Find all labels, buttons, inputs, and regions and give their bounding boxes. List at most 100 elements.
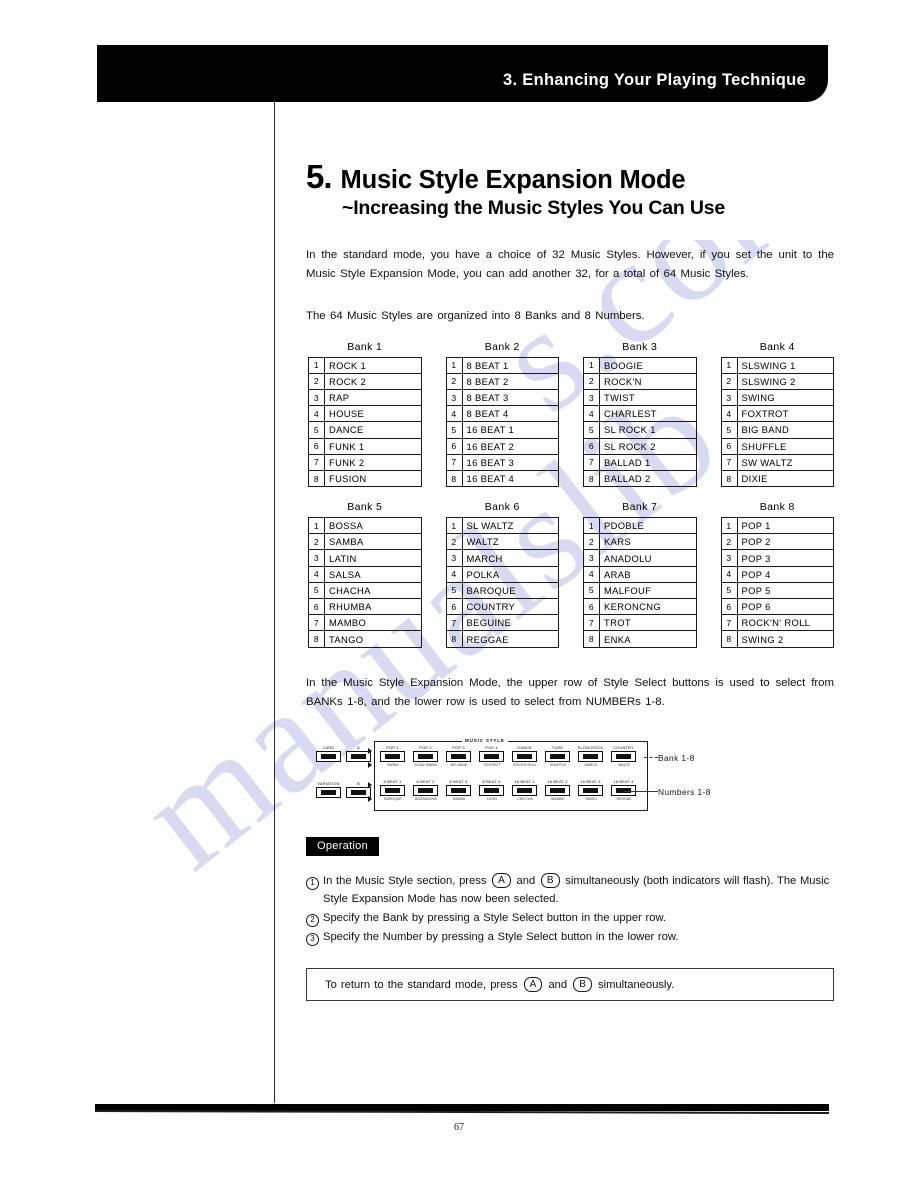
row-indicator-triangle <box>368 761 372 768</box>
section-heading: 5. Music Style Expansion Mode <box>306 160 834 194</box>
style-name-cell: SL ROCK 2 <box>599 437 697 455</box>
style-name-cell: BALLAD 2 <box>599 469 697 488</box>
bank-caption: Bank 8 <box>759 501 795 514</box>
organize-paragraph: The 64 Music Styles are organized into 8… <box>306 309 645 322</box>
style-number-cell: 5 <box>720 581 738 600</box>
step-text-part: and <box>512 874 539 887</box>
rows-paragraph: In the Music Style Expansion Mode, the u… <box>306 676 834 709</box>
panel-left-button[interactable] <box>316 786 341 798</box>
style-name-cell: HOUSE <box>324 405 422 423</box>
panel-style-button[interactable] <box>446 750 471 762</box>
panel-style-button[interactable] <box>545 750 570 762</box>
style-name-cell: FUNK 2 <box>324 453 422 471</box>
style-number-cell: 2 <box>583 533 600 551</box>
style-number-cell: 3 <box>720 549 738 567</box>
table-row: 7 MAMBO <box>308 614 422 632</box>
style-name-cell: SLSWING 2 <box>736 372 834 390</box>
style-number-cell: 1 <box>308 517 325 535</box>
panel-annotation-numbers: Numbers 1-8 <box>658 786 711 797</box>
panel-style-button[interactable] <box>413 750 438 762</box>
style-number-cell: 1 <box>720 517 738 535</box>
style-name-cell: SWING 2 <box>736 630 834 648</box>
panel-button-label: SLOW ROCK <box>577 744 604 750</box>
page-number: 67 <box>454 1122 464 1133</box>
step-text: Specify the Number by pressing a Style S… <box>323 931 679 944</box>
table-row: 5 16 BEAT 1 <box>445 421 559 439</box>
style-name-cell: PDOBLE <box>599 517 697 535</box>
style-number-cell: 3 <box>445 388 463 407</box>
style-number-cell: 5 <box>308 421 325 439</box>
bank-caption: Bank 7 <box>622 501 658 514</box>
section-subtitle: ~Increasing the Music Styles You Can Use <box>342 196 726 219</box>
panel-style-button[interactable] <box>611 750 636 762</box>
table-row: 1 BOSSA <box>308 517 422 535</box>
table-row: 2 POP 2 <box>720 533 834 551</box>
bank-block: Bank 8 1 POP 1 2 POP 2 3 POP 3 4 POP 4 5 POP 5 6 POP… <box>720 501 835 648</box>
panel-style-button[interactable] <box>380 750 405 762</box>
bank-table-row-top: Bank 1 1 ROCK 1 2 ROCK 2 3 RAP 4 HOUSE 5 DANCE 6 FUN… <box>306 341 834 488</box>
bank-table: 1 SL WALTZ 2 WALTZ 3 MARCH 4 POLKA 5 BAROQUE 6 COUN… <box>445 517 560 648</box>
leader-line-bank <box>644 756 658 758</box>
panel-left-button[interactable] <box>316 750 341 762</box>
margin-rule <box>274 101 276 1103</box>
panel-style-button[interactable] <box>578 750 603 762</box>
table-row: 4 ARAB <box>583 565 697 583</box>
style-name-cell: FUSION <box>324 469 422 488</box>
panel-button-sublabel: WALTZ <box>618 762 630 767</box>
table-row: 6 SL ROCK 2 <box>583 437 697 455</box>
table-row: 8 FUSION <box>308 469 422 488</box>
style-number-cell: 4 <box>308 565 325 583</box>
style-number-cell: 3 <box>308 388 325 407</box>
music-style-group-label: MUSIC STYLE <box>462 737 508 743</box>
note-prefix: To return to the standard mode, press <box>325 979 522 992</box>
style-number-cell: 1 <box>720 356 738 374</box>
style-name-cell: BEGUINE <box>461 614 559 632</box>
style-number-cell: 8 <box>720 630 738 648</box>
table-row: 7 FUNK 2 <box>308 453 422 471</box>
style-name-cell: 16 BEAT 2 <box>461 437 559 455</box>
table-row: 8 TANGO <box>308 630 422 648</box>
style-number-cell: 8 <box>583 630 600 648</box>
style-number-cell: 5 <box>583 581 600 600</box>
table-row: 48 BEAT 4 <box>445 405 559 423</box>
style-number-cell: 7 <box>445 453 463 471</box>
style-number-cell: 7 <box>583 614 600 632</box>
key-a-icon: A <box>492 872 511 888</box>
style-number-cell: 3 <box>720 388 738 407</box>
bank-block: Bank 1 1 ROCK 1 2 ROCK 2 3 RAP 4 HOUSE 5 DANCE 6 FUN… <box>308 341 422 488</box>
table-row: 8 DIXIE <box>720 469 834 488</box>
panel-style-button[interactable] <box>446 784 471 796</box>
style-number-cell: 7 <box>308 453 325 471</box>
table-row: 5 BIG BAND <box>720 421 834 439</box>
row-indicator-triangle <box>368 747 372 754</box>
style-name-cell: 8 BEAT 1 <box>461 356 559 374</box>
panel-style-button[interactable] <box>512 784 537 796</box>
table-row: 3 LATIN <box>308 549 422 567</box>
style-name-cell: 8 BEAT 2 <box>461 372 559 390</box>
panel-style-button[interactable] <box>380 784 405 796</box>
table-row: 5 POP 5 <box>720 581 834 600</box>
bank-caption: Bank 4 <box>759 340 795 353</box>
panel-button-label: TURK <box>551 744 564 750</box>
table-row: 5 CHACHA <box>308 581 422 600</box>
panel-style-button[interactable] <box>479 750 504 762</box>
intro-paragraph: In the standard mode, you have a choice … <box>306 248 834 281</box>
bank-table: 1 POP 1 2 POP 2 3 POP 3 4 POP 4 5 POP 5 6 POP 6 7 ROC… <box>720 517 835 648</box>
key-b-icon: B <box>573 977 592 993</box>
panel-style-button[interactable] <box>512 750 537 762</box>
table-row: 4 FOXTROT <box>720 405 834 423</box>
table-row: 2 KARS <box>583 533 697 551</box>
style-name-cell: ROCK'N' ROLL <box>736 614 834 632</box>
style-name-cell: COUNTRY <box>461 598 559 616</box>
table-row: 6 FUNK 1 <box>308 437 422 455</box>
table-row: 1 BOOGIE <box>583 356 697 374</box>
style-name-cell: KERONCNG <box>599 598 697 616</box>
style-number-cell: 2 <box>308 372 325 390</box>
panel-style-button[interactable] <box>479 784 504 796</box>
chapter-title: 3. Enhancing Your Playing Technique <box>503 71 806 89</box>
table-row: 4 POP 4 <box>720 565 834 583</box>
panel-style-button[interactable] <box>545 784 570 796</box>
panel-style-button[interactable] <box>578 784 603 796</box>
panel-style-button[interactable] <box>413 784 438 796</box>
style-number-cell: 7 <box>308 614 325 632</box>
